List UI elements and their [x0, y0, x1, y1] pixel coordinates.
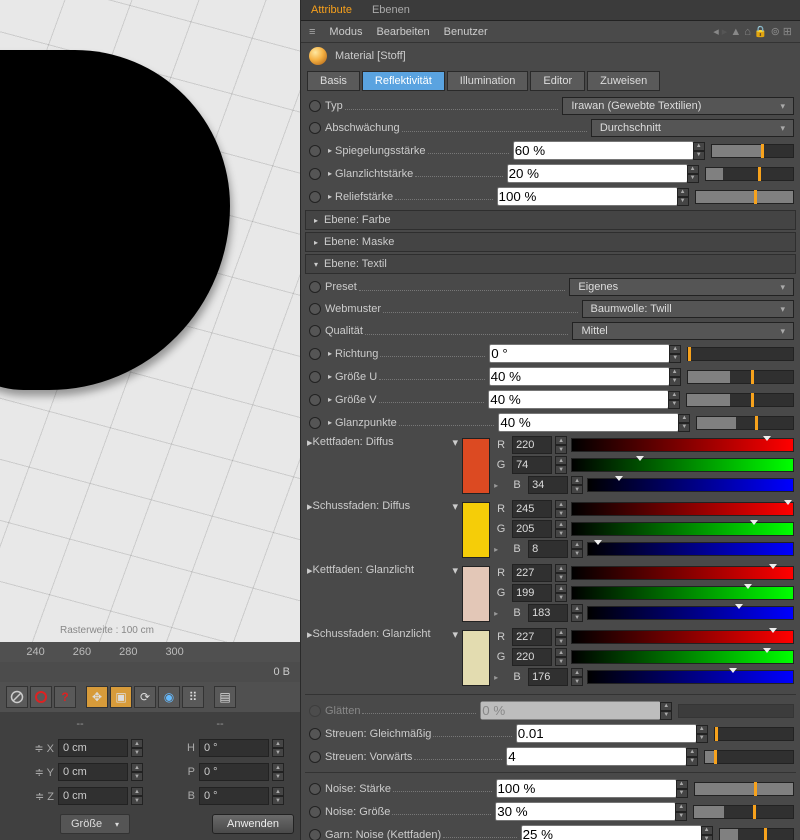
cube-icon[interactable]: ▣: [110, 686, 132, 708]
relief-slider[interactable]: [695, 190, 794, 204]
subtab-reflectivity[interactable]: Reflektivität: [362, 71, 445, 91]
menu-edit[interactable]: Bearbeiten: [376, 26, 429, 38]
specular-slider[interactable]: [711, 144, 794, 158]
quality-select[interactable]: Mittel▾: [572, 322, 794, 340]
move-tool-icon[interactable]: ✥: [86, 686, 108, 708]
target-icon[interactable]: ⊚: [771, 25, 780, 38]
color-row-col-kdiff: ▸ Kettfaden: Diffus ▾ R▲▼ G▲▼ ▸B▲▼: [305, 434, 796, 498]
record-icon[interactable]: [30, 686, 52, 708]
up-icon[interactable]: ▲: [730, 26, 741, 38]
x-spinner-icon[interactable]: ≑ X: [6, 742, 54, 755]
size-combo[interactable]: Größe▾: [60, 814, 130, 834]
specular-input[interactable]: [513, 141, 694, 160]
section-layer-textil[interactable]: ▾Ebene: Textil: [305, 254, 796, 274]
row-gloss-strength: ▸ Glanzlichtstärke ▲▼: [305, 162, 796, 185]
p-field[interactable]: [199, 763, 269, 781]
highlights-slider[interactable]: [696, 416, 794, 430]
tab-layers[interactable]: Ebenen: [362, 0, 420, 20]
viewport[interactable]: Rasterweite : 100 cm: [0, 0, 300, 642]
color-swatch[interactable]: [462, 438, 490, 494]
current-frame: 0 B: [273, 666, 290, 678]
gloss-slider[interactable]: [705, 167, 794, 181]
help-icon[interactable]: ?: [54, 686, 76, 708]
relief-input[interactable]: [497, 187, 678, 206]
timeline-ruler[interactable]: 220 240 260 280 300: [0, 642, 300, 662]
subtab-basis[interactable]: Basis: [307, 71, 360, 91]
prohibit-icon[interactable]: [6, 686, 28, 708]
back-icon[interactable]: ◂: [713, 25, 719, 38]
menu-mode[interactable]: Modus: [329, 26, 362, 38]
film-icon[interactable]: ▤: [214, 686, 236, 708]
color-row-col-sspec: ▸ Schussfaden: Glanzlicht ▾ R▲▼ G▲▼ ▸B▲▼: [305, 626, 796, 690]
forward-icon[interactable]: ▸: [722, 25, 728, 38]
hamburger-icon[interactable]: ≡: [309, 26, 315, 38]
left-toolbar: ? ✥ ▣ ⟳ ◉ ⠿ ▤: [0, 682, 300, 712]
material-name: Material [Stoff]: [335, 50, 406, 62]
apply-button[interactable]: Anwenden: [212, 814, 294, 834]
attenuation-select[interactable]: Durchschnitt▾: [591, 119, 794, 137]
subtab-illumination[interactable]: Illumination: [447, 71, 529, 91]
lock-icon[interactable]: 🔒: [754, 25, 768, 38]
tab-attribute[interactable]: Attribute: [301, 0, 362, 20]
section-layer-mask[interactable]: ▸Ebene: Maske: [305, 232, 796, 252]
color-swatch[interactable]: [462, 630, 490, 686]
home-icon[interactable]: ⌂: [744, 26, 751, 38]
preset-select[interactable]: Eigenes▾: [569, 278, 794, 296]
h-field[interactable]: [199, 739, 269, 757]
pattern-select[interactable]: Baumwolle: Twill▾: [582, 300, 794, 318]
grid-spacing-label: Rasterweite : 100 cm: [60, 625, 154, 636]
type-select[interactable]: Irawan (Gewebte Textilien)▾: [562, 97, 794, 115]
direction-slider[interactable]: [687, 347, 794, 361]
scatter-fwd-input[interactable]: [506, 747, 687, 766]
subtab-assign[interactable]: Zuweisen: [587, 71, 660, 91]
rotate-icon[interactable]: ⟳: [134, 686, 156, 708]
row-specular-strength: ▸ Spiegelungsstärke ▲▼: [305, 139, 796, 162]
size-u-input[interactable]: [489, 367, 670, 386]
size-v-slider[interactable]: [686, 393, 794, 407]
x-field[interactable]: [58, 739, 128, 757]
anim-dot[interactable]: [309, 100, 321, 112]
color-swatch[interactable]: [462, 566, 490, 622]
direction-input[interactable]: [489, 344, 670, 363]
highlights-input[interactable]: [498, 413, 679, 432]
row-relief-strength: ▸ Reliefstärke ▲▼: [305, 185, 796, 208]
color-row-col-kspec: ▸ Kettfaden: Glanzlicht ▾ R▲▼ G▲▼ ▸B▲▼: [305, 562, 796, 626]
new-window-icon[interactable]: ⊞: [783, 25, 792, 38]
grid-icon[interactable]: ⠿: [182, 686, 204, 708]
y-field[interactable]: [58, 763, 128, 781]
color-row-col-sdiff: ▸ Schussfaden: Diffus ▾ R▲▼ G▲▼ ▸B▲▼: [305, 498, 796, 562]
section-layer-color[interactable]: ▸Ebene: Farbe: [305, 210, 796, 230]
color-swatch[interactable]: [462, 502, 490, 558]
b-field[interactable]: [199, 787, 269, 805]
size-v-input[interactable]: [488, 390, 669, 409]
z-field[interactable]: [58, 787, 128, 805]
scatter-even-input[interactable]: [516, 724, 697, 743]
panel-tabs: Attribute Ebenen: [301, 0, 800, 21]
material-ball-icon: [309, 47, 327, 65]
subtab-editor[interactable]: Editor: [530, 71, 585, 91]
menu-user[interactable]: Benutzer: [444, 26, 488, 38]
size-u-slider[interactable]: [687, 370, 794, 384]
pivot-icon[interactable]: ◉: [158, 686, 180, 708]
gloss-input[interactable]: [507, 164, 688, 183]
